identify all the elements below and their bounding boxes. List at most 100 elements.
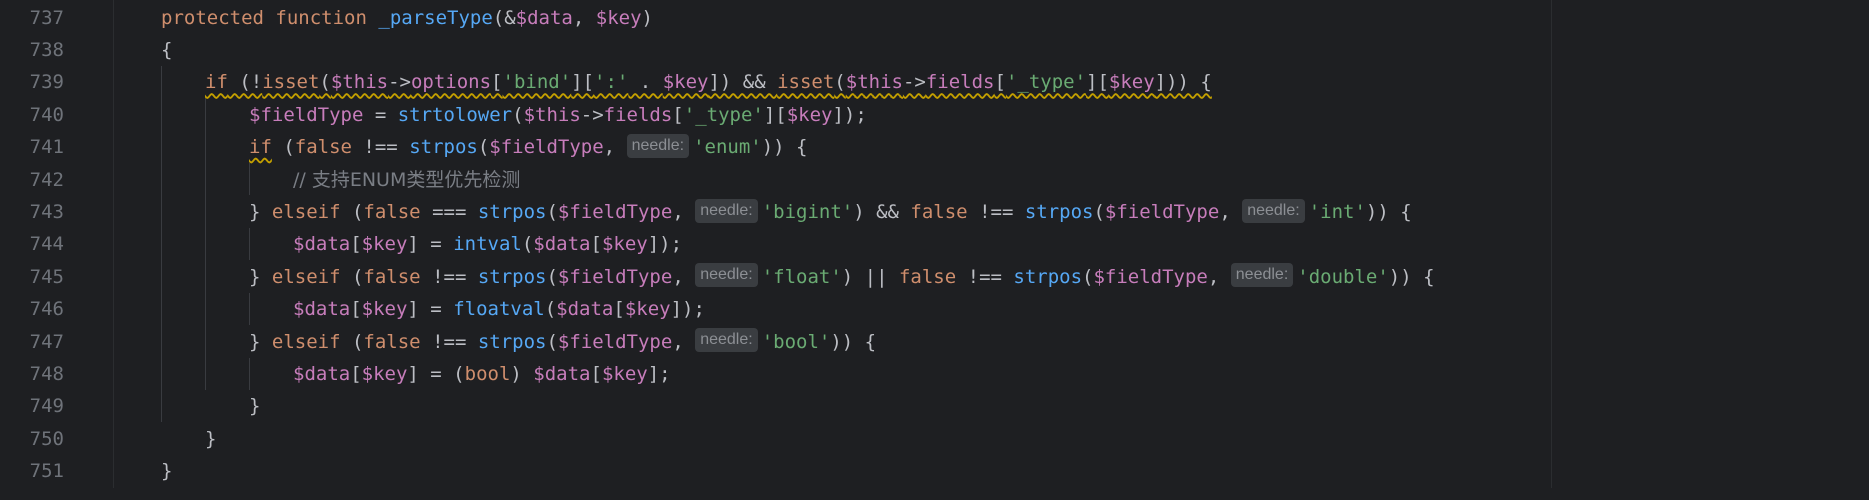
line-number: 744 — [29, 233, 64, 256]
function-call: floatval — [453, 298, 545, 321]
code-line-740[interactable]: $fieldType = strtolower($this->fields['_… — [249, 99, 867, 131]
code-editor[interactable]: 737 738 739 740 741 742 743 744 745 746 … — [0, 0, 1869, 500]
indent-guide — [249, 358, 250, 390]
variable: $fieldType — [1104, 201, 1220, 223]
variable: $key — [595, 6, 642, 29]
editor-bottom-strip — [0, 488, 1869, 500]
indent-guide — [249, 293, 250, 325]
string-literal: ':' — [594, 71, 629, 94]
line-number: 747 — [29, 330, 64, 353]
variable: $this — [523, 103, 581, 126]
line-number-gutter: 737 738 739 740 741 742 743 744 745 746 … — [0, 0, 114, 500]
variable: $data — [556, 298, 614, 321]
keyword: isset — [777, 71, 835, 94]
function-call: strpos — [1024, 201, 1094, 223]
indent-guide — [249, 163, 250, 195]
keyword: false — [363, 265, 421, 288]
keyword: false — [363, 330, 421, 353]
string-literal: 'double' — [1297, 265, 1389, 288]
function-name: _parseType — [378, 6, 493, 29]
code-line-751[interactable]: } — [161, 455, 172, 487]
keyword: function — [275, 6, 367, 29]
keyword: elseif — [271, 265, 341, 288]
parameter-hint: needle: — [1230, 263, 1294, 288]
property: fields — [603, 103, 673, 126]
variable: $fieldType — [557, 265, 673, 288]
variable: $data — [293, 298, 351, 321]
line-number: 741 — [29, 136, 64, 159]
keyword: false — [910, 201, 968, 223]
code-line-748[interactable]: $data[$key] = (bool) $data[$key]; — [293, 358, 671, 390]
code-area[interactable]: protected function _parseType(&$data, $k… — [114, 0, 1869, 500]
variable: $key — [786, 103, 833, 126]
variable: $this — [330, 71, 389, 94]
function-call: strpos — [477, 265, 547, 288]
variable: $key — [624, 298, 671, 321]
variable: $this — [845, 71, 903, 94]
string-literal: '_type' — [1005, 71, 1087, 94]
line-number: 749 — [29, 395, 64, 418]
keyword: elseif — [271, 330, 341, 353]
code-line-745[interactable]: } elseif (false !== strpos($fieldType, n… — [249, 261, 1435, 293]
code-line-746[interactable]: $data[$key] = floatval($data[$key]); — [293, 293, 705, 325]
parameter-hint: needle: — [695, 263, 758, 288]
code-line-744[interactable]: $data[$key] = intval($data[$key]); — [293, 228, 682, 260]
string-literal: 'float' — [761, 265, 842, 288]
right-margin-guide — [1551, 0, 1552, 500]
variable: $key — [361, 233, 408, 256]
keyword: if — [249, 136, 272, 159]
line-number: 748 — [29, 363, 64, 385]
code-line-747[interactable]: } elseif (false !== strpos($fieldType, n… — [249, 326, 876, 358]
variable: $data — [293, 233, 351, 256]
parameter-hint: needle: — [626, 133, 690, 158]
variable: $data — [533, 363, 591, 385]
function-call: strpos — [409, 136, 478, 159]
string-literal: 'bigint' — [761, 201, 854, 223]
line-number: 739 — [29, 71, 64, 94]
variable: $data — [515, 6, 573, 29]
keyword: false — [898, 265, 957, 288]
function-call: intval — [453, 233, 522, 256]
indent-guide — [249, 228, 250, 260]
string-literal: 'enum' — [693, 136, 762, 159]
line-number: 740 — [29, 103, 64, 126]
indent-guide — [161, 66, 162, 422]
code-line-742[interactable]: // 支持ENUM类型优先检测 — [293, 164, 520, 196]
function-call: strtolower — [397, 103, 513, 126]
code-line-750[interactable]: } — [205, 423, 216, 455]
code-line-749[interactable]: } — [249, 390, 260, 422]
variable: $fieldType — [249, 103, 364, 126]
string-literal: 'bool' — [761, 330, 831, 353]
keyword: false — [294, 136, 352, 159]
keyword: if — [205, 71, 228, 94]
code-line-737[interactable]: protected function _parseType(&$data, $k… — [161, 2, 653, 34]
string-literal: 'bind' — [502, 71, 572, 94]
keyword: protected — [161, 6, 264, 29]
function-call: strpos — [477, 201, 547, 223]
variable: $fieldType — [557, 201, 673, 223]
code-line-739[interactable]: if (!isset($this->options['bind'][':' . … — [205, 66, 1212, 98]
line-number: 746 — [29, 298, 64, 321]
code-line-738[interactable]: { — [161, 34, 172, 66]
string-literal: 'int' — [1308, 201, 1366, 223]
code-line-741[interactable]: if (false !== strpos($fieldType, needle:… — [249, 131, 807, 163]
line-number: 745 — [29, 265, 64, 288]
parameter-hint: needle: — [1242, 198, 1305, 223]
property: options — [410, 71, 492, 94]
variable: $key — [601, 233, 648, 256]
variable: $key — [1108, 71, 1155, 94]
keyword: false — [363, 201, 421, 223]
property: fields — [925, 71, 995, 94]
variable: $key — [662, 71, 709, 94]
parameter-hint: needle: — [695, 328, 758, 353]
variable: $key — [601, 363, 648, 385]
variable: $data — [533, 233, 591, 256]
function-call: strpos — [477, 330, 547, 353]
code-line-743[interactable]: } elseif (false === strpos($fieldType, n… — [249, 196, 1412, 228]
variable: $fieldType — [1093, 265, 1208, 288]
line-number: 751 — [29, 460, 64, 483]
keyword: elseif — [271, 201, 341, 223]
keyword: isset — [262, 71, 320, 94]
variable: $fieldType — [557, 330, 673, 353]
indent-guide — [205, 98, 206, 390]
